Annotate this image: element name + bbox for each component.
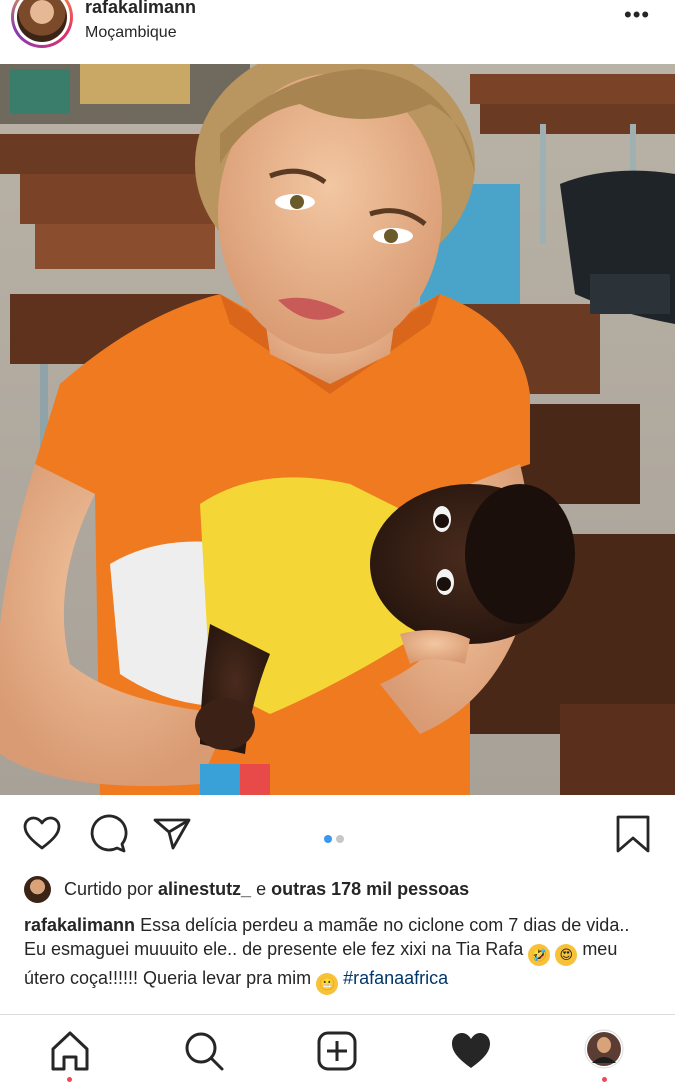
comment-icon[interactable] xyxy=(88,814,128,854)
carousel-dot-active xyxy=(324,835,332,843)
likes-others[interactable]: outras 178 mil pessoas xyxy=(271,879,469,899)
paper-plane-icon[interactable] xyxy=(152,814,192,854)
likes-middle: e xyxy=(251,879,272,899)
liker-username[interactable]: alinestutz_ xyxy=(158,879,251,899)
post-username[interactable]: rafakalimann xyxy=(85,0,196,18)
story-ring[interactable] xyxy=(11,0,73,48)
home-notification-dot xyxy=(67,1077,72,1082)
post-caption: rafakalimann Essa delícia perdeu a mamãe… xyxy=(24,913,654,995)
grimace-emoji-icon: 😬 xyxy=(316,973,339,995)
post-photo[interactable] xyxy=(0,64,675,795)
likes-summary[interactable]: Curtido por alinestutz_ e outras 178 mil… xyxy=(24,874,654,904)
heart-eyes-emoji-icon: 😍 xyxy=(555,944,578,966)
post-location[interactable]: Moçambique xyxy=(85,24,177,42)
bottom-navigation xyxy=(0,1014,675,1088)
photo-illustration xyxy=(0,64,675,795)
profile-notification-dot xyxy=(602,1077,607,1082)
likes-prefix: Curtido por xyxy=(64,879,159,899)
hashtag-link[interactable]: #rafanaafrica xyxy=(343,968,448,988)
heart-filled-icon[interactable] xyxy=(449,1029,493,1073)
carousel-indicator xyxy=(324,830,348,848)
carousel-dot xyxy=(336,835,344,843)
more-options-icon[interactable]: ••• xyxy=(624,4,656,26)
heart-outline-icon[interactable] xyxy=(22,814,62,854)
post-header: rafakalimann Moçambique ••• xyxy=(0,0,675,64)
search-icon[interactable] xyxy=(182,1029,226,1073)
home-icon[interactable] xyxy=(48,1029,92,1073)
caption-username[interactable]: rafakalimann xyxy=(24,915,135,935)
user-avatar xyxy=(17,0,67,42)
plus-square-icon[interactable] xyxy=(315,1029,359,1073)
rofl-emoji-icon: 🤣 xyxy=(528,944,551,966)
liker-avatar xyxy=(24,876,51,903)
bookmark-icon[interactable] xyxy=(613,814,653,854)
profile-avatar-icon[interactable] xyxy=(584,1029,628,1073)
